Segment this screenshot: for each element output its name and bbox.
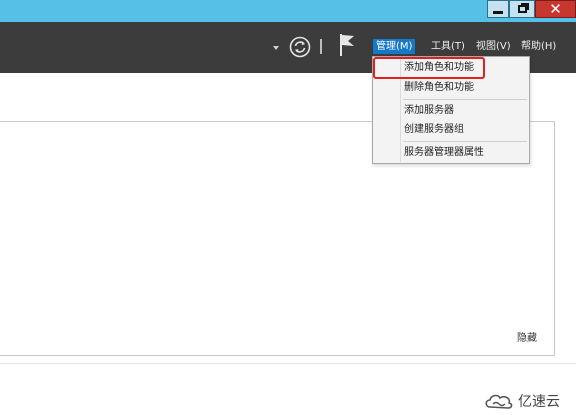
menu-tools[interactable]: 工具(T) [428,39,468,54]
menu-view[interactable]: 视图(V) [473,39,514,54]
menu-item-add-servers[interactable]: 添加服务器 [374,101,528,121]
dropdown-caret-icon[interactable] [273,46,279,50]
menu-item-remove-roles-features[interactable]: 删除角色和功能 [374,78,528,98]
highlight-annotation [373,57,485,79]
restore-button[interactable] [509,0,535,18]
menu-item-create-server-group[interactable]: 创建服务器组 [374,120,528,140]
minimize-button[interactable] [487,0,509,18]
menu-manage[interactable]: 管理(M) [373,39,416,54]
watermark-text: 亿速云 [518,394,560,410]
menu-help[interactable]: 帮助(H) [518,39,559,54]
refresh-icon[interactable] [289,36,311,58]
title-bar: ✕ [0,0,576,22]
menu-separator [403,141,527,142]
divider [0,363,576,364]
watermark: 亿速云 [484,391,560,411]
close-icon: ✕ [549,0,562,18]
menu-separator [403,99,527,100]
menu-item-server-manager-properties[interactable]: 服务器管理器属性 [374,143,528,163]
hide-link[interactable]: 隐藏 [517,329,537,344]
restore-icon [517,3,529,13]
cloud-logo-icon [485,394,513,409]
toolbar-separator [320,39,322,54]
minimize-icon [493,10,503,14]
notification-flag-icon[interactable] [338,33,356,57]
close-button[interactable]: ✕ [535,0,576,18]
